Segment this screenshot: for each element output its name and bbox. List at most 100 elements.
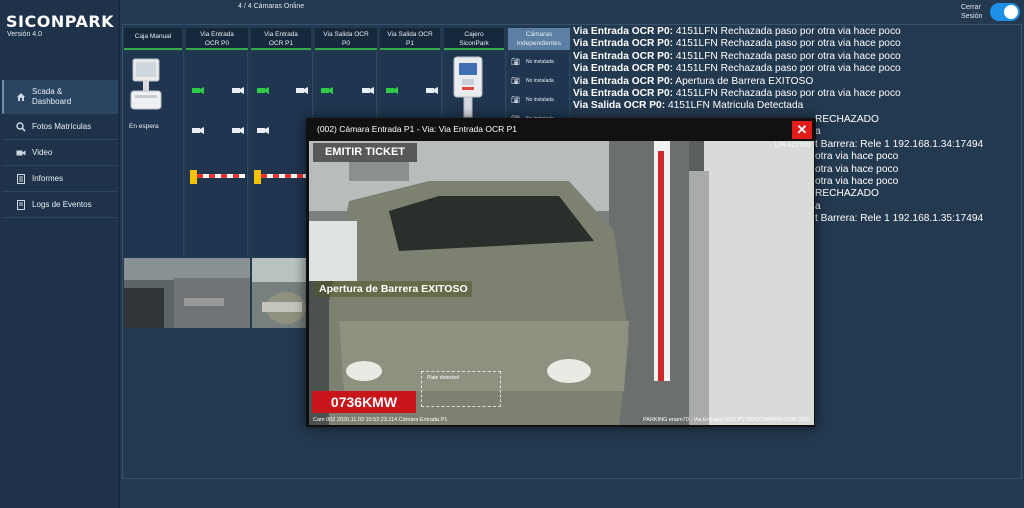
barrier-entrada-p1[interactable] <box>254 170 310 184</box>
list-icon <box>16 199 26 210</box>
log-entry-source: Via Entrada OCR P0: <box>573 26 674 37</box>
column-header-salida-p0: Via Salida OCR P0 <box>315 28 377 50</box>
close-button[interactable]: ✕ <box>792 121 812 139</box>
barrier-entrada-p0[interactable] <box>190 170 246 184</box>
camera-icon[interactable] <box>426 86 438 96</box>
emit-ticket-button[interactable]: EMITIR TICKET <box>313 143 417 162</box>
log-entry-text: otra via hace poco <box>815 151 899 163</box>
caja-status: En espera <box>129 123 159 130</box>
plate-detected-label: Plate detected <box>427 375 459 381</box>
log-entry-text: 4151LFN Matricula Detectada <box>665 100 804 112</box>
log-entry-source: Via Entrada OCR P0: <box>573 75 674 87</box>
log-entry-text: otra via hace poco <box>815 163 899 175</box>
logout-label-line1: Cerrar <box>961 4 981 11</box>
column-header-label: Caja Manual <box>134 33 172 40</box>
camera-icon[interactable] <box>321 86 333 96</box>
log-entry-source: Via Entrada OCR P0: <box>573 88 674 100</box>
camera-icon[interactable] <box>232 86 244 96</box>
column-header-label: SiconPark <box>459 40 489 47</box>
camera-thumbnail[interactable] <box>124 258 250 328</box>
log-entry-text: t Barrera: Rele 1 192.168.1.35:17494 <box>815 213 984 225</box>
log-entry-text: RECHAZADO <box>815 114 879 125</box>
sidebar-item-informes[interactable]: Informes <box>2 166 118 192</box>
log-entry-source: Via Salida OCR P0: <box>573 100 666 112</box>
independent-camera-row[interactable]: 📷︎ No instalada <box>511 96 554 104</box>
column-header-label: independientes <box>516 40 562 47</box>
independent-camera-row[interactable]: 📷︎ No instalada <box>511 58 554 66</box>
column-header-label: Via Entrada <box>264 31 298 38</box>
sidebar: SICONPARK Versión 4.0 Scada & Dashboard … <box>0 0 120 508</box>
sidebar-item-label: Fotos Matrículas <box>32 121 92 131</box>
log-entry: Via Entrada OCR P0: Apertura de Barrera … <box>573 76 1003 88</box>
camera-icon: 📷︎ <box>511 78 520 85</box>
column-header-salida-p1: Via Salida OCR P1 <box>380 28 440 50</box>
camera-icon[interactable] <box>362 86 374 96</box>
event-log-overflow: RECHAZADO a t Barrera: Rele 1 192.168.1.… <box>815 114 1015 226</box>
video-timestamp: Cam 002 2020.11.03 10:52:23.114 Cámara E… <box>313 417 448 423</box>
logout-toggle[interactable] <box>990 3 1020 21</box>
sidebar-item-label: Logs de Eventos <box>32 199 92 209</box>
independent-camera-row[interactable]: 📷︎ No instalada <box>511 77 554 85</box>
log-entry-text: t Barrera: Rele 1 192.168.1.34:17494 <box>815 138 984 150</box>
camera-icon: 📷︎ <box>511 97 520 104</box>
app-version: Versión 4.0 <box>7 31 43 38</box>
column-entrada-p1 <box>251 52 313 256</box>
logout-label: Cerrar Sesión <box>961 3 982 21</box>
log-entry-text: 4151LFN Rechazada paso por otra via hace… <box>673 88 901 100</box>
log-entry: Via Entrada OCR P0: 4151LFN Rechazada pa… <box>573 26 1003 38</box>
column-header-label: P1 <box>406 40 414 47</box>
payment-kiosk-icon[interactable] <box>450 55 486 119</box>
document-icon <box>16 173 26 184</box>
sidebar-item-label: Video <box>32 147 53 157</box>
column-header-label: P0 <box>342 40 350 47</box>
log-entry: Via Entrada OCR P0: 4151LFN Rechazada pa… <box>573 63 1003 75</box>
close-icon: ✕ <box>796 122 808 137</box>
column-header-label: Via Entrada <box>200 31 234 38</box>
log-entry: Via Entrada OCR P0: 4151LFN Rechazada pa… <box>573 51 1003 63</box>
log-entry: Via Entrada OCR P0: 4151LFN Rechazada pa… <box>573 88 1003 100</box>
log-entry-source: Via Entrada OCR P0: <box>573 63 674 75</box>
log-entry-text: a <box>815 126 821 138</box>
search-icon <box>16 121 26 132</box>
camera-icon[interactable] <box>232 126 244 136</box>
log-entry-text: 4151LFN Rechazada paso por otra via hace… <box>673 26 901 37</box>
camera-video-popup: (002) Cámara Entrada P1 - Via: Via Entra… <box>306 118 816 427</box>
log-entry-text: RECHAZADO <box>815 188 879 200</box>
log-entry-text: 4151LFN Rechazada paso por otra via hace… <box>673 38 901 50</box>
log-entry: Via Salida OCR P0: 4151LFN Matricula Det… <box>573 100 1003 112</box>
column-header-entrada-p0: Via Entrada OCR P0 <box>186 28 248 50</box>
column-header-label: Via Salida OCR <box>323 31 369 38</box>
log-entry-text: 4151LFN Rechazada paso por otra via hace… <box>673 63 901 75</box>
camera-icon[interactable] <box>257 126 269 136</box>
sidebar-item-scada-dashboard[interactable]: Scada & Dashboard <box>2 80 118 114</box>
camera-icon: 📷︎ <box>511 59 520 66</box>
sidebar-item-logs-de-eventos[interactable]: Logs de Eventos <box>2 192 118 218</box>
column-header-caja-manual: Caja Manual <box>124 28 182 50</box>
video-icon <box>16 148 26 158</box>
sidebar-item-video[interactable]: Video <box>2 140 118 166</box>
barrier-status-overlay: Apertura de Barrera EXITOSO <box>315 281 472 297</box>
log-entry-text: Apertura de Barrera EXITOSO <box>673 75 814 87</box>
cameras-online-status: 4 / 4 Cámaras Online <box>238 3 305 10</box>
camera-icon[interactable] <box>296 86 308 96</box>
sidebar-item-label: Informes <box>32 173 64 183</box>
camera-icon[interactable] <box>257 86 269 96</box>
log-entry-text: otra via hace poco <box>815 176 899 188</box>
camera-icon[interactable] <box>192 86 204 96</box>
log-entry-text: 4151LFN Rechazada paso por otra via hace… <box>673 50 901 62</box>
camera-icon[interactable] <box>192 126 204 136</box>
home-icon <box>16 92 26 102</box>
video-title: (002) Cámara Entrada P1 - Via: Via Entra… <box>307 119 816 141</box>
sidebar-item-fotos-matriculas[interactable]: Fotos Matrículas <box>2 114 118 140</box>
camera-status: No instalada <box>526 78 554 84</box>
camera-thumbnail[interactable] <box>252 258 306 328</box>
log-entry-source: Via Entrada OCR P0: <box>573 50 674 62</box>
column-entrada-p0 <box>186 52 248 256</box>
app-logo: SICONPARK <box>6 12 115 31</box>
camera-icon[interactable] <box>386 86 398 96</box>
log-entry: Via Entrada OCR P0: 4151LFN Rechazada pa… <box>573 38 1003 50</box>
logout-label-line2: Sesión <box>961 13 983 20</box>
column-header-label: OCR P1 <box>268 40 294 47</box>
event-log: Via Entrada OCR P0: 4151LFN Rechazada pa… <box>573 26 1003 113</box>
pos-terminal-icon[interactable] <box>129 57 163 115</box>
